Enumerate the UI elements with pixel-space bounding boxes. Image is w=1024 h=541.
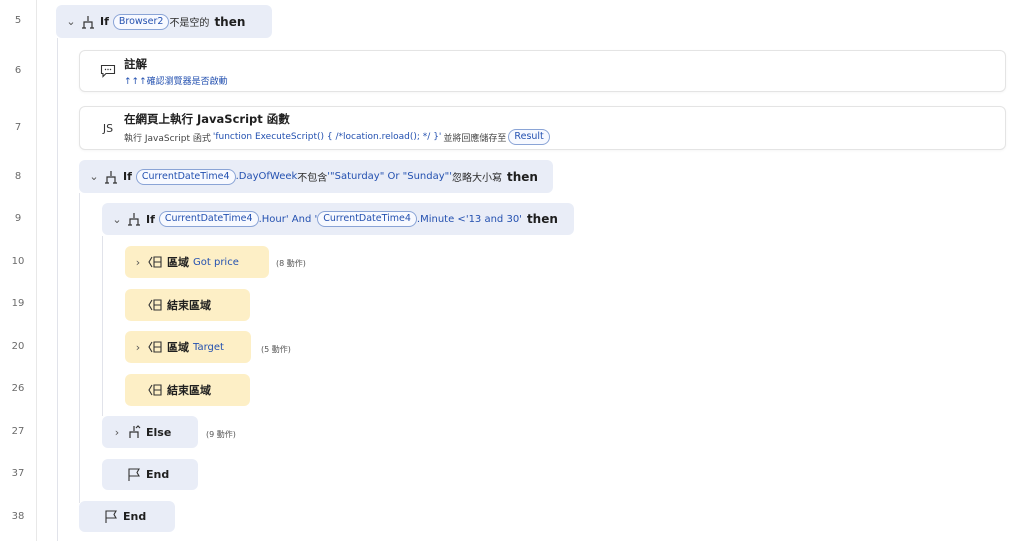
then-keyword: then bbox=[507, 169, 538, 184]
region-icon bbox=[147, 254, 163, 270]
chevron-right-icon[interactable]: › bbox=[131, 341, 145, 354]
line-number: 27 bbox=[11, 426, 25, 437]
comment-action-card[interactable]: 註解 ↑↑↑確認瀏覽器是否啟動 bbox=[79, 50, 1006, 92]
line-number: 10 bbox=[11, 256, 25, 267]
action-description: 執行 JavaScript 函式 bbox=[124, 133, 211, 144]
action-title: 在網頁上執行 JavaScript 函數 bbox=[124, 112, 290, 126]
line-number: 38 bbox=[11, 511, 25, 522]
then-keyword: then bbox=[214, 14, 246, 29]
variable-pill[interactable]: Result bbox=[508, 129, 550, 145]
line-number: 8 bbox=[14, 171, 22, 182]
line-number-gutter: 5 6 7 8 9 10 19 20 26 27 37 38 bbox=[0, 0, 37, 541]
region-keyword: 區域 bbox=[167, 256, 189, 269]
end-action-row[interactable]: End bbox=[79, 501, 175, 532]
end-keyword: End bbox=[123, 510, 147, 523]
region-action-row[interactable]: › 區域 Target bbox=[125, 331, 251, 363]
condition-text: 忽略大小寫 bbox=[452, 173, 503, 184]
variable-pill[interactable]: CurrentDateTime4 bbox=[158, 211, 259, 227]
action-description: 並將回應儲存至 bbox=[443, 133, 507, 144]
if-action-row[interactable]: ⌄ If CurrentDateTime4 .DayOfWeek 不包含 '"S… bbox=[79, 160, 553, 193]
property-text: .Hour' And ' bbox=[258, 213, 318, 225]
line-number: 9 bbox=[14, 213, 22, 224]
property-text: .Minute <'13 and 30' bbox=[416, 213, 522, 225]
nesting-guide bbox=[79, 193, 80, 503]
flag-icon bbox=[126, 467, 142, 483]
region-icon bbox=[147, 382, 163, 398]
javascript-icon: JS bbox=[102, 121, 114, 135]
if-keyword: If bbox=[100, 15, 109, 28]
if-branch-icon bbox=[126, 211, 142, 227]
then-keyword: then bbox=[526, 212, 558, 226]
variable-pill[interactable]: Browser2 bbox=[112, 13, 170, 30]
condition-text: 不是空的 bbox=[169, 18, 210, 29]
end-region-action-row[interactable]: 結束區域 bbox=[125, 289, 250, 321]
script-value: 'function ExecuteScript() { /*location.r… bbox=[212, 132, 442, 142]
region-icon bbox=[147, 339, 163, 355]
if-keyword: If bbox=[123, 170, 132, 183]
comment-text: ↑↑↑確認瀏覽器是否啟動 bbox=[124, 76, 228, 87]
condition-text: 不包含 bbox=[297, 173, 328, 184]
region-keyword: 區域 bbox=[167, 341, 189, 354]
line-number: 7 bbox=[14, 122, 22, 133]
line-number: 19 bbox=[11, 298, 25, 309]
line-number: 26 bbox=[11, 383, 25, 394]
else-action-row[interactable]: › Else bbox=[102, 416, 198, 448]
if-action-row[interactable]: ⌄ If CurrentDateTime4 .Hour' And ' Curre… bbox=[102, 203, 574, 235]
region-name: Got price bbox=[193, 256, 239, 268]
end-action-row[interactable]: End bbox=[102, 459, 198, 490]
else-branch-icon bbox=[126, 424, 142, 440]
flag-icon bbox=[103, 509, 119, 525]
end-region-keyword: 結束區域 bbox=[167, 299, 211, 312]
variable-pill[interactable]: CurrentDateTime4 bbox=[135, 168, 236, 185]
condition-value: '"Saturday" Or "Sunday"' bbox=[327, 171, 453, 182]
line-number: 6 bbox=[14, 65, 22, 76]
nesting-guide bbox=[57, 38, 58, 541]
comment-icon bbox=[100, 63, 116, 79]
property-text: .DayOfWeek bbox=[235, 171, 298, 182]
chevron-down-icon[interactable]: ⌄ bbox=[64, 15, 78, 28]
action-count: (9 動作) bbox=[206, 430, 236, 439]
region-action-row[interactable]: › 區域 Got price bbox=[125, 246, 269, 278]
if-keyword: If bbox=[146, 212, 155, 226]
line-number: 5 bbox=[14, 15, 22, 26]
action-title: 註解 bbox=[124, 56, 147, 71]
chevron-right-icon[interactable]: › bbox=[131, 256, 145, 269]
line-number: 37 bbox=[11, 468, 25, 479]
chevron-down-icon[interactable]: ⌄ bbox=[87, 170, 101, 183]
else-keyword: Else bbox=[146, 425, 172, 439]
end-region-keyword: 結束區域 bbox=[167, 384, 211, 397]
action-count: (5 動作) bbox=[261, 345, 291, 354]
region-name: Target bbox=[193, 341, 224, 353]
if-branch-icon bbox=[80, 14, 96, 30]
nesting-guide bbox=[102, 236, 103, 416]
chevron-right-icon[interactable]: › bbox=[110, 426, 124, 439]
action-count: (8 動作) bbox=[276, 259, 306, 268]
if-action-row[interactable]: ⌄ If Browser2 不是空的 then bbox=[56, 5, 272, 38]
run-javascript-action-card[interactable]: JS 在網頁上執行 JavaScript 函數 執行 JavaScript 函式… bbox=[79, 106, 1006, 150]
variable-pill[interactable]: CurrentDateTime4 bbox=[317, 211, 417, 227]
region-icon bbox=[147, 297, 163, 313]
end-region-action-row[interactable]: 結束區域 bbox=[125, 374, 250, 406]
if-branch-icon bbox=[103, 169, 119, 185]
chevron-down-icon[interactable]: ⌄ bbox=[110, 213, 124, 226]
line-number: 20 bbox=[11, 341, 25, 352]
end-keyword: End bbox=[146, 468, 170, 481]
